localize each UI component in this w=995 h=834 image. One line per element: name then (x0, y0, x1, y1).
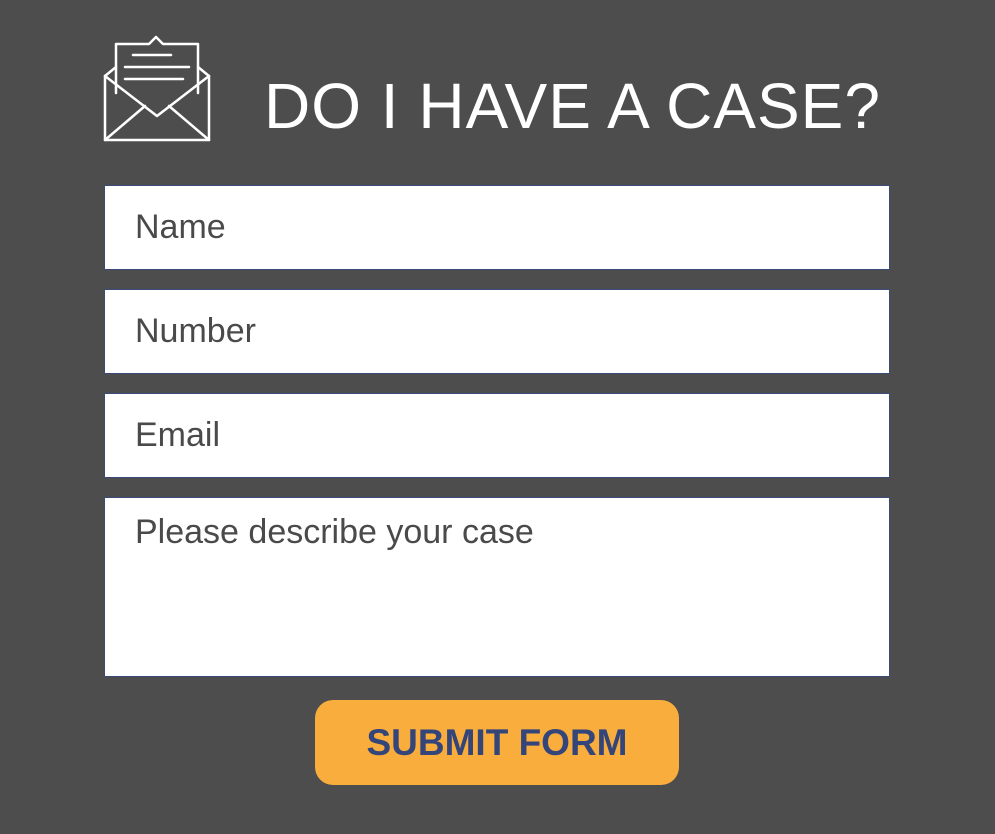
case-description-field[interactable] (104, 497, 890, 677)
email-field[interactable] (104, 393, 890, 478)
number-field[interactable] (104, 289, 890, 374)
page-title: DO I HAVE A CASE? (264, 70, 881, 142)
name-field[interactable] (104, 185, 890, 270)
submit-form-button[interactable]: SUBMIT FORM (315, 700, 679, 785)
open-envelope-icon (103, 35, 211, 142)
form-header: DO I HAVE A CASE? (103, 34, 890, 142)
